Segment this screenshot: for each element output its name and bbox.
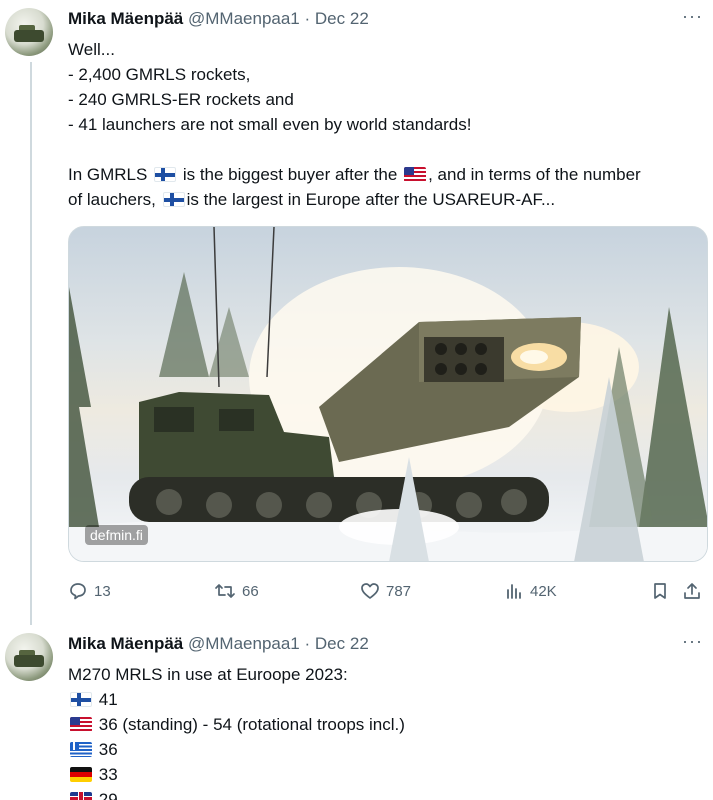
list-item: 29 [68, 787, 708, 800]
views-chart-icon [507, 584, 521, 599]
avatar[interactable] [5, 8, 53, 56]
bookmark-icon [654, 583, 666, 599]
media-watermark: defmin.fi [85, 525, 148, 545]
list-item: 36 [68, 737, 708, 762]
tweet-line: Well... [68, 40, 115, 59]
tweet-line: - 41 launchers are not small even by wor… [68, 115, 472, 134]
share-button[interactable] [682, 578, 702, 604]
more-options-icon[interactable]: ··· [682, 6, 703, 27]
avatar[interactable] [5, 633, 53, 681]
reply-count: 13 [94, 582, 111, 600]
uk-flag-icon [70, 792, 92, 800]
like-button[interactable]: 787 [360, 578, 411, 604]
author-name[interactable]: Mika Mäenpää [68, 9, 183, 28]
thread-line [30, 62, 32, 625]
rocket-launcher-photo [69, 227, 707, 561]
bookmark-button[interactable] [650, 578, 670, 604]
repost-icon [215, 584, 235, 598]
tweet-line: - 2,400 GMRLS rockets, [68, 65, 251, 84]
tweet[interactable]: Mika Mäenpää @MMaenpaa1 · Dec 22 ··· M27… [0, 625, 713, 800]
views-count: 42K [530, 582, 557, 600]
greece-flag-icon [70, 742, 92, 757]
tweet[interactable]: Mika Mäenpää @MMaenpaa1 · Dec 22 ··· Wel… [0, 0, 713, 625]
text-segment: In GMRLS [68, 165, 148, 184]
author-name[interactable]: Mika Mäenpää [68, 634, 183, 653]
reply-button[interactable]: 13 [68, 578, 111, 604]
like-count: 787 [386, 582, 412, 600]
list-item: 33 [68, 762, 708, 787]
author-handle[interactable]: @MMaenpaa1 [188, 9, 300, 28]
usa-flag-icon [70, 717, 92, 732]
tweet-date[interactable]: Dec 22 [315, 9, 369, 28]
finland-flag-icon [70, 692, 92, 707]
finland-flag-icon [154, 167, 177, 182]
germany-flag-icon [70, 767, 92, 782]
views-button[interactable]: 42K [504, 578, 557, 604]
text-segment: of lauchers, [68, 190, 156, 209]
list-item-text: 41 [98, 690, 118, 709]
reply-icon [70, 583, 86, 600]
text-segment: , and in terms of the number [428, 165, 641, 184]
author-handle[interactable]: @MMaenpaa1 [188, 634, 300, 653]
tweet-line: of lauchers, is the largest in Europe af… [68, 187, 708, 212]
tweet-actions: 13 66 787 42K [68, 578, 708, 604]
tweet-line: - 240 GMRLS-ER rockets and [68, 90, 294, 109]
tweet-text: M270 MRLS in use at Euroope 2023: 41 36 … [68, 662, 708, 800]
finland-flag-icon [162, 192, 185, 207]
separator: · [304, 9, 311, 28]
list-item-text: 33 [98, 765, 118, 784]
tweet-header: Mika Mäenpää @MMaenpaa1 · Dec 22 [68, 634, 369, 654]
list-item: 36 (standing) - 54 (rotational troops in… [68, 712, 708, 737]
tweet-date[interactable]: Dec 22 [315, 634, 369, 653]
text-segment: is the biggest buyer after the [182, 165, 398, 184]
repost-count: 66 [242, 582, 259, 600]
list-item-text: 36 [98, 740, 118, 759]
tweet-media-image[interactable]: defmin.fi [68, 226, 708, 562]
tweet-line: M270 MRLS in use at Euroope 2023: [68, 665, 348, 684]
tweet-line: In GMRLS is the biggest buyer after the … [68, 162, 708, 187]
separator: · [304, 634, 311, 653]
text-segment: is the largest in Europe after the USARE… [186, 190, 556, 209]
repost-button[interactable]: 66 [214, 578, 259, 604]
more-options-icon[interactable]: ··· [682, 631, 703, 652]
list-item-text: 29 [98, 790, 118, 800]
share-icon [684, 583, 700, 599]
heart-icon [361, 583, 379, 599]
tweet-header: Mika Mäenpää @MMaenpaa1 · Dec 22 [68, 9, 369, 29]
list-item: 41 [68, 687, 708, 712]
tweet-text: Well... - 2,400 GMRLS rockets, - 240 GMR… [68, 37, 708, 212]
usa-flag-icon [404, 167, 427, 182]
list-item-text: 36 (standing) - 54 (rotational troops in… [98, 715, 405, 734]
